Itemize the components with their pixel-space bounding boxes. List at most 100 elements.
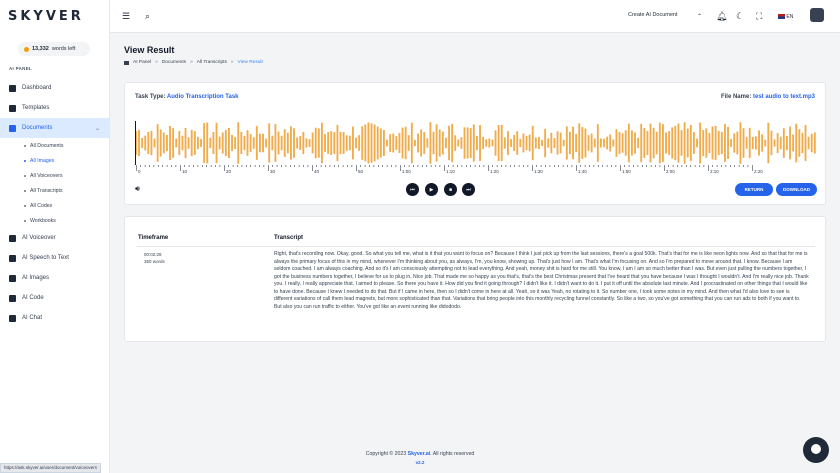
waveform-bar xyxy=(550,132,553,154)
waveform-bar xyxy=(534,137,537,149)
download-button[interactable]: DOWNLOAD xyxy=(776,183,817,196)
create-ai-document-button[interactable]: Create AI Document xyxy=(628,12,678,18)
timeline-tick xyxy=(479,165,480,167)
timeline-tick xyxy=(672,165,674,167)
waveform-bar xyxy=(246,130,249,156)
timeline-tick xyxy=(158,165,159,167)
waveform-bar xyxy=(798,129,801,157)
waveform-bar xyxy=(181,135,184,151)
waveform-bar xyxy=(392,133,395,153)
timeline-tick xyxy=(668,165,669,167)
play-icon: ▶ xyxy=(429,186,434,193)
timeline-tick xyxy=(655,165,656,167)
skip-back-button[interactable]: ⏮ xyxy=(406,183,419,196)
waveform-bar xyxy=(221,132,224,154)
waveform-bar xyxy=(547,138,550,148)
timeline-tick xyxy=(558,165,559,167)
sidebar-item-ai-chat[interactable]: AI Chat xyxy=(0,308,110,328)
menu-icon[interactable]: ☰ xyxy=(122,11,130,21)
breadcrumb-ai-panel[interactable]: AI Panel xyxy=(133,60,151,65)
breadcrumb-documents[interactable]: Documents xyxy=(162,60,186,65)
fullscreen-icon[interactable]: ⛶ xyxy=(756,11,762,21)
sidebar-subitem-all-transcripts[interactable]: All Transcripts xyxy=(0,183,110,198)
timeline-tick xyxy=(611,165,612,167)
sidebar-subitem-all-documents[interactable]: All Documents xyxy=(0,138,110,153)
sidebar-item-ai-images[interactable]: AI Images xyxy=(0,268,110,288)
sidebar-subitem-workbooks[interactable]: Workbooks xyxy=(0,213,110,228)
sidebar-item-ai-code[interactable]: AI Code xyxy=(0,288,110,308)
waveform-bar xyxy=(786,135,788,151)
avatar[interactable] xyxy=(810,8,824,22)
topbar: ☰ ⌕ Create AI Document ⌃ 🔔︎ ☾ ⛶ EN xyxy=(110,0,840,33)
timeline-tick xyxy=(549,165,551,167)
footer-brand-link[interactable]: Skyver.ai xyxy=(408,451,431,457)
waveform-bar xyxy=(383,130,385,156)
waveform-bar xyxy=(348,135,351,151)
skip-forward-button[interactable]: ⏭ xyxy=(462,183,475,196)
waveform-bar xyxy=(311,132,314,154)
timeline-tick xyxy=(488,165,489,171)
timeframe-value: 00:02:28 xyxy=(144,252,162,257)
waveform-bar xyxy=(807,136,810,150)
timeline-tick xyxy=(224,165,225,171)
timeline-tick xyxy=(510,165,511,167)
bullet-icon xyxy=(24,204,26,207)
volume-icon[interactable]: 🔊︎ xyxy=(135,184,140,194)
timeline-tick xyxy=(470,165,471,167)
play-button[interactable]: ▶ xyxy=(425,183,438,196)
timeline-tick xyxy=(461,165,463,167)
timeline-tick xyxy=(584,165,586,167)
sidebar-item-ai-speech-to-text[interactable]: AI Speech to Text xyxy=(0,248,110,268)
waveform-bar xyxy=(770,130,773,156)
timeline-tick xyxy=(408,165,410,167)
chevron-up-icon[interactable]: ⌃ xyxy=(697,12,702,22)
chat-widget-button[interactable] xyxy=(803,437,829,463)
waveform-bar xyxy=(370,123,373,163)
timeline-label: 2:00 xyxy=(666,169,675,174)
timeline-tick xyxy=(276,165,278,167)
breadcrumb-all-transcripts[interactable]: All Transcripts xyxy=(197,60,227,65)
timeline-tick xyxy=(272,165,273,167)
timeline-tick xyxy=(730,165,731,167)
sidebar-subitem-all-images[interactable]: All Images xyxy=(0,153,110,168)
bullet-icon xyxy=(24,219,26,222)
waveform-bar xyxy=(178,131,181,155)
timeline-tick xyxy=(149,165,150,167)
sidebar-item-ai-voiceover[interactable]: AI Voiceover xyxy=(0,228,110,248)
timeline-tick xyxy=(263,165,265,167)
waveform-bar xyxy=(324,134,326,152)
speech-icon xyxy=(9,254,16,262)
waveform-bar xyxy=(699,122,702,164)
return-button[interactable]: RETURN xyxy=(735,183,773,196)
sidebar-item-templates[interactable]: Templates xyxy=(0,98,110,118)
timeline-tick xyxy=(659,165,661,167)
waveform-bar xyxy=(674,125,677,161)
timeline-tick xyxy=(144,165,146,167)
waveform-bar xyxy=(373,124,376,162)
sidebar-item-dashboard[interactable]: Dashboard xyxy=(0,78,110,98)
timeline-tick xyxy=(369,165,370,167)
skyver-logo[interactable]: SKYVER xyxy=(8,9,84,24)
search-icon[interactable]: ⌕ xyxy=(145,11,150,21)
breadcrumb: AI Panel » Documents » All Transcripts »… xyxy=(124,60,263,65)
timeline-tick xyxy=(664,165,665,171)
waveform-bar xyxy=(624,130,627,156)
bell-icon[interactable]: 🔔︎ xyxy=(716,11,727,21)
timeline-tick xyxy=(140,165,141,167)
waveform-bar xyxy=(739,122,742,164)
sidebar-item-documents[interactable]: Documents ⌄ xyxy=(0,118,110,138)
moon-icon[interactable]: ☾ xyxy=(736,11,744,21)
audio-waveform[interactable]: 0 10 20 30 40 50 1:00 1:10 1:20 1:30 1:40 1:50 2:00 2… xyxy=(135,121,817,175)
sidebar-subitem-all-codes[interactable]: All Codes xyxy=(0,198,110,213)
waveform-bar xyxy=(776,133,779,153)
waveform-bar xyxy=(364,124,367,162)
table-divider xyxy=(137,246,815,247)
timeline-tick xyxy=(527,165,529,167)
timeline-tick xyxy=(474,165,476,167)
waveform-bar xyxy=(711,126,714,160)
sidebar-subitem-all-voiceovers[interactable]: All Voiceovers xyxy=(0,168,110,183)
waveform-bar xyxy=(479,125,481,161)
language-selector[interactable]: EN xyxy=(778,12,793,22)
playhead[interactable] xyxy=(135,121,136,165)
stop-button[interactable]: ■ xyxy=(444,183,457,196)
